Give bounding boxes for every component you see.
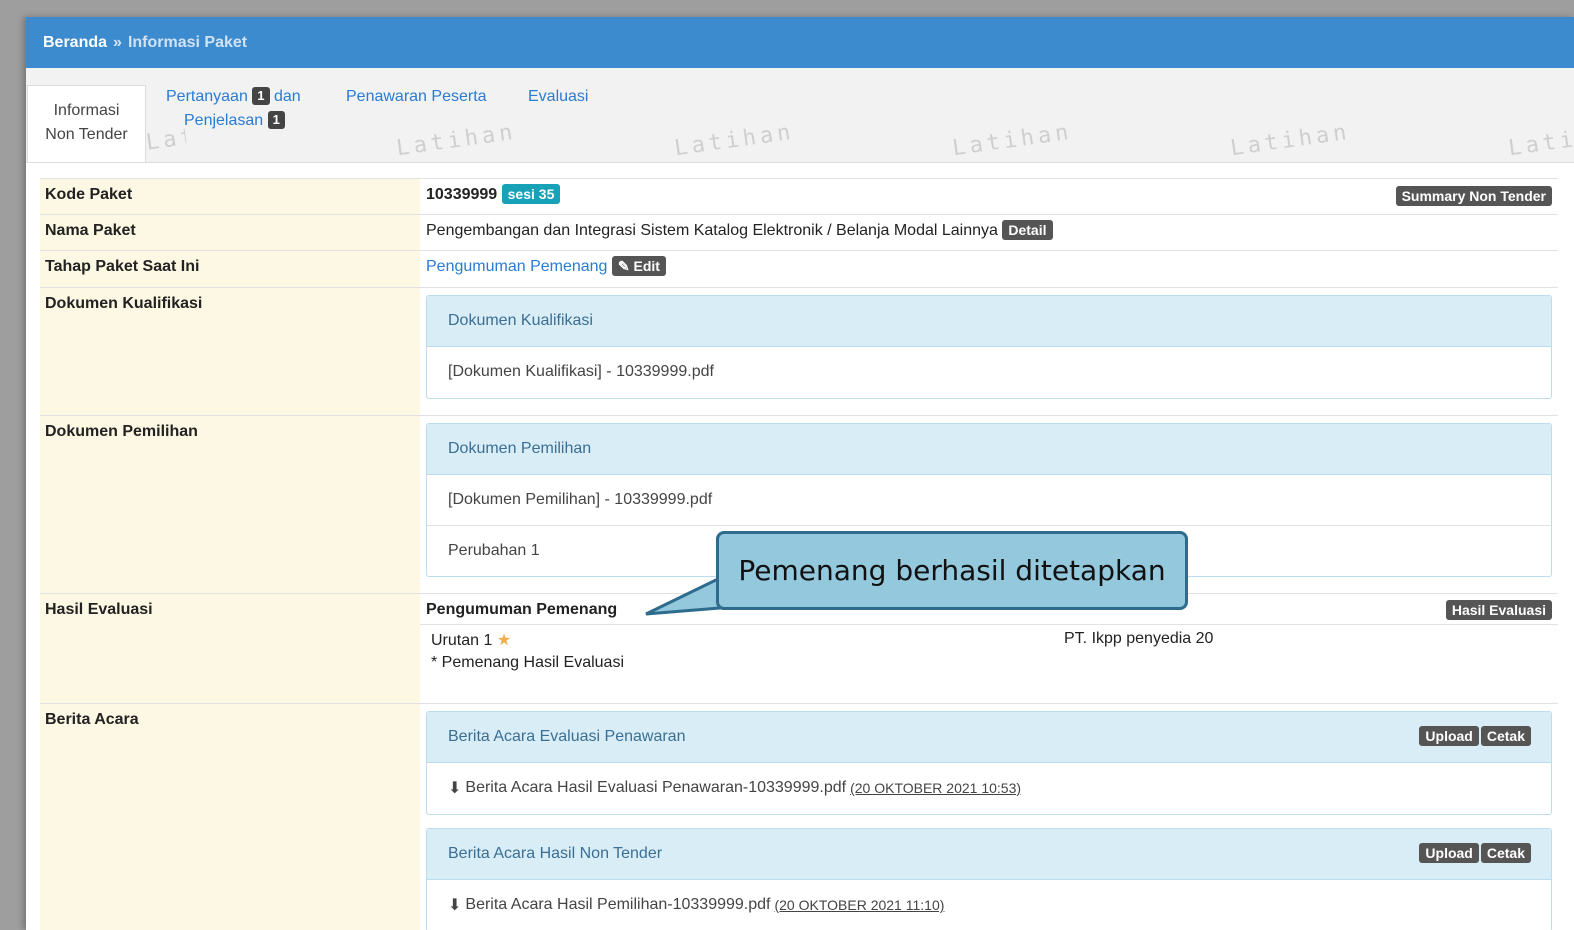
file-link[interactable]: [Dokumen Pemilihan] - 10339999.pdf	[427, 475, 1551, 526]
panel-actions: Upload Cetak	[1419, 843, 1531, 863]
tab-pertanyaan-penjelasan[interactable]: Pertanyaan 1 dan Penjelasan 1	[166, 85, 316, 133]
panel-header: Berita Acara Hasil Non Tender Upload Ceta…	[427, 829, 1551, 880]
breadcrumb-home-link[interactable]: Beranda	[43, 34, 107, 52]
page: Beranda » Informasi Paket Informasi Non …	[26, 17, 1574, 930]
winner-name: PT. Ikpp penyedia 20	[1064, 630, 1214, 647]
callout-annotation: Pemenang berhasil ditetapkan	[716, 531, 1188, 610]
count-badge: 1	[252, 87, 270, 105]
tab-label: dan	[273, 88, 301, 105]
label-nama-paket: Nama Paket	[40, 215, 420, 250]
cetak-button[interactable]: Cetak	[1480, 726, 1531, 746]
row-berita-acara: Berita Acara Berita Acara Evaluasi Penaw…	[40, 703, 1558, 930]
panel-dokumen-kualifikasi: Dokumen Kualifikasi [Dokumen Kualifikasi…	[426, 295, 1552, 399]
label-dokumen-pemilihan: Dokumen Pemilihan	[40, 416, 420, 593]
edit-icon: ✎	[617, 258, 630, 274]
row-dokumen-kualifikasi: Dokumen Kualifikasi Dokumen Kualifikasi …	[40, 287, 1558, 415]
watermark: Latihan	[394, 119, 518, 162]
upload-button[interactable]: Upload	[1419, 726, 1479, 746]
download-icon: ⬇	[448, 780, 462, 797]
kode-paket-value: 10339999	[426, 186, 498, 203]
panel-actions: Upload Cetak	[1419, 726, 1531, 746]
nama-paket-value: Pengembangan dan Integrasi Sistem Katalo…	[426, 222, 998, 239]
watermark: Latihan	[144, 125, 188, 156]
file-date: (20 OKTOBER 2021 11:10)	[774, 897, 945, 913]
label-dokumen-kualifikasi: Dokumen Kualifikasi	[40, 288, 420, 415]
breadcrumb-separator: »	[113, 33, 122, 51]
star-icon: ★	[496, 632, 512, 649]
urutan-label: Urutan 1	[431, 632, 493, 649]
value-tahap-paket: Pengumuman Pemenang ✎ Edit	[420, 251, 1558, 287]
watermark: Latihan	[672, 119, 796, 162]
download-icon: ⬇	[448, 897, 462, 914]
count-badge: 1	[267, 111, 285, 129]
tab-label-line2: Non Tender	[45, 126, 128, 143]
winner-note: * Pemenang Hasil Evaluasi	[431, 654, 624, 671]
file-row[interactable]: ⬇ Berita Acara Hasil Evaluasi Penawaran-…	[427, 763, 1551, 813]
sesi-badge: sesi 35	[501, 184, 561, 204]
value-berita-acara: Berita Acara Evaluasi Penawaran Upload Ce…	[420, 704, 1558, 930]
row-tahap-paket: Tahap Paket Saat Ini Pengumuman Pemenang…	[40, 250, 1558, 287]
label-berita-acara: Berita Acara	[40, 704, 420, 930]
panel-berita-hasil: Berita Acara Hasil Non Tender Upload Ceta…	[426, 828, 1552, 930]
tab-informasi-non-tender[interactable]: Informasi Non Tender	[27, 85, 146, 162]
panel-title: Dokumen Pemilihan	[427, 424, 1551, 475]
tab-evaluasi[interactable]: Evaluasi	[528, 85, 588, 109]
file-row[interactable]: ⬇ Berita Acara Hasil Pemilihan-10339999.…	[427, 880, 1551, 930]
value-dokumen-kualifikasi: Dokumen Kualifikasi [Dokumen Kualifikasi…	[420, 288, 1558, 415]
edit-button[interactable]: ✎ Edit	[611, 256, 666, 276]
watermark: Latihan	[1506, 119, 1574, 162]
value-nama-paket: Pengembangan dan Integrasi Sistem Katalo…	[420, 215, 1558, 250]
tab-penawaran-peserta[interactable]: Penawaran Peserta	[346, 85, 487, 109]
watermark: Latihan	[950, 119, 1074, 162]
tab-label: Pertanyaan	[166, 88, 248, 105]
winner-row: Urutan 1 ★ PT. Ikpp penyedia 20 * Pemena…	[420, 625, 1558, 677]
row-kode-paket: Kode Paket 10339999 sesi 35 Summary Non …	[40, 178, 1558, 214]
summary-non-tender-button[interactable]: Summary Non Tender	[1395, 186, 1552, 206]
panel-berita-evaluasi: Berita Acara Evaluasi Penawaran Upload Ce…	[426, 711, 1552, 815]
value-hasil-evaluasi: Pengumuman Pemenang Hasil Evaluasi Uruta…	[420, 594, 1558, 703]
hasil-evaluasi-button[interactable]: Hasil Evaluasi	[1445, 600, 1552, 620]
label-tahap-paket: Tahap Paket Saat Ini	[40, 251, 420, 287]
panel-title: Berita Acara Hasil Non Tender	[448, 845, 663, 862]
upload-button[interactable]: Upload	[1419, 843, 1479, 863]
breadcrumb: Beranda » Informasi Paket	[26, 17, 1574, 68]
watermark: Latihan	[1228, 119, 1352, 162]
value-kode-paket: 10339999 sesi 35 Summary Non Tender	[420, 179, 1558, 214]
cetak-button[interactable]: Cetak	[1480, 843, 1531, 863]
panel-header: Berita Acara Evaluasi Penawaran Upload Ce…	[427, 712, 1551, 763]
file-date: (20 OKTOBER 2021 10:53)	[850, 780, 1022, 796]
breadcrumb-current: Informasi Paket	[127, 33, 248, 51]
file-name[interactable]: Berita Acara Hasil Evaluasi Penawaran-10…	[465, 779, 846, 797]
detail-button[interactable]: Detail	[1002, 220, 1053, 240]
label-kode-paket: Kode Paket	[40, 179, 420, 214]
row-nama-paket: Nama Paket Pengembangan dan Integrasi Si…	[40, 214, 1558, 250]
hasil-title: Pengumuman Pemenang	[426, 601, 618, 618]
edit-label: Edit	[633, 258, 660, 274]
tab-bar: Informasi Non Tender Pertanyaan 1 dan Pe…	[26, 68, 1574, 163]
tab-label: Penjelasan	[184, 112, 264, 129]
panel-title: Berita Acara Evaluasi Penawaran	[448, 728, 686, 745]
file-name[interactable]: Berita Acara Hasil Pemilihan-10339999.pd…	[465, 896, 770, 914]
tab-label-line1: Informasi	[53, 102, 120, 119]
file-link[interactable]: [Dokumen Kualifikasi] - 10339999.pdf	[427, 347, 1551, 397]
panel-title: Dokumen Kualifikasi	[427, 296, 1551, 347]
label-hasil-evaluasi: Hasil Evaluasi	[40, 594, 420, 703]
tahap-link[interactable]: Pengumuman Pemenang	[426, 258, 607, 275]
